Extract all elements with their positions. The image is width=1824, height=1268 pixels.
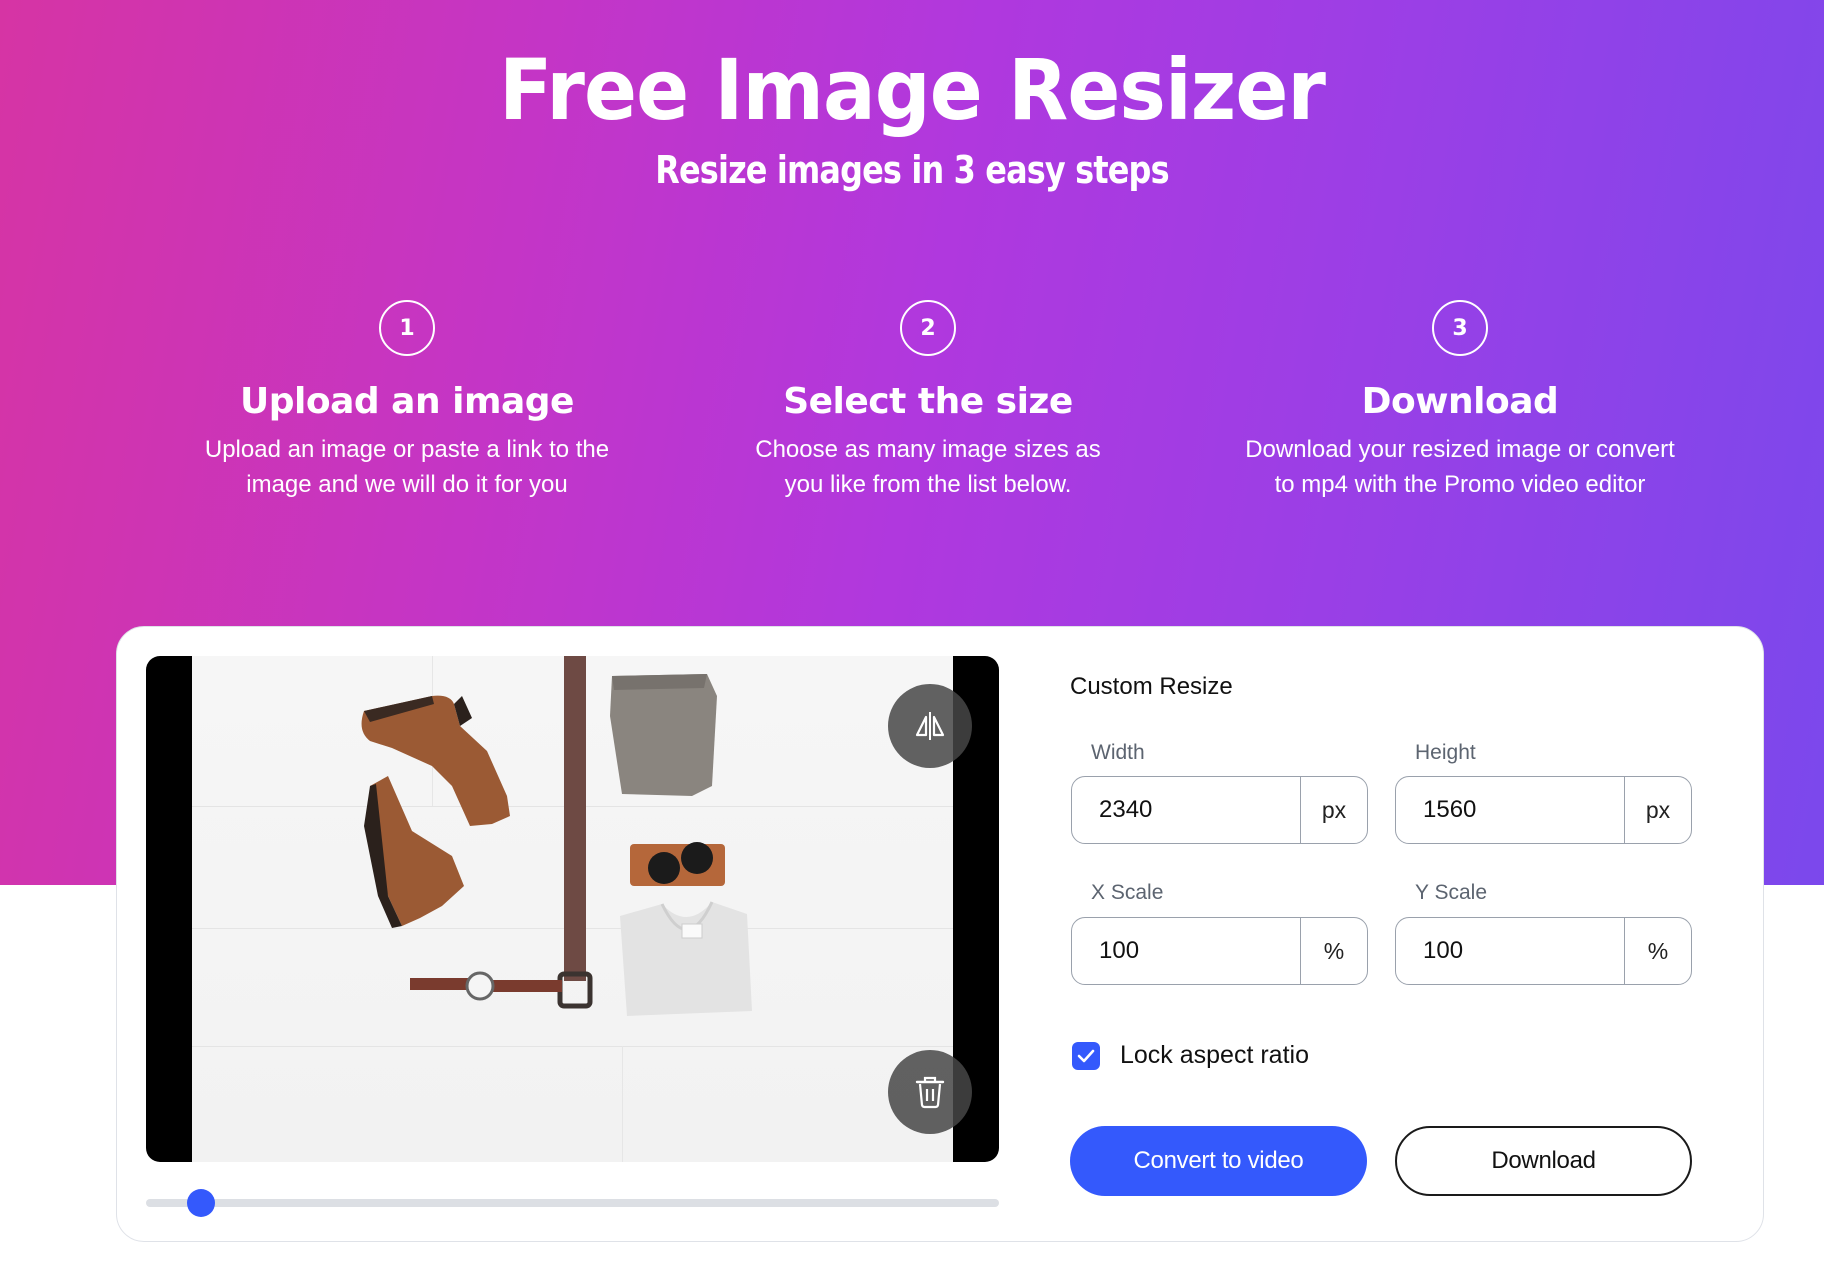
page-title: Free Image Resizer	[498, 41, 1326, 139]
step-description: Upload an image or paste a link to the i…	[147, 432, 667, 502]
checkmark-icon	[1077, 1049, 1095, 1062]
step-number-badge: 1	[379, 300, 435, 356]
step-description-line: Upload an image or paste a link to the	[204, 436, 610, 463]
height-label: Height	[1415, 741, 1476, 764]
flat-lay-photo-illustration	[361, 656, 752, 1016]
height-unit: px	[1624, 777, 1691, 843]
width-field: px	[1071, 776, 1368, 844]
download-button[interactable]: Download	[1395, 1126, 1692, 1196]
step-description: Download your resized image or convert t…	[1200, 432, 1720, 502]
step-description-line: image and we will do it for you	[246, 471, 568, 498]
y-scale-unit: %	[1624, 918, 1691, 984]
step-2: 2 Select the size Choose as many image s…	[668, 300, 1188, 502]
page-subtitle: Resize images in 3 easy steps	[655, 148, 1169, 192]
delete-image-button[interactable]	[888, 1050, 972, 1134]
step-title: Select the size	[783, 381, 1073, 422]
lock-aspect-ratio-checkbox[interactable]	[1072, 1041, 1100, 1070]
step-1: 1 Upload an image Upload an image or pas…	[147, 300, 667, 502]
flip-button[interactable]	[888, 684, 972, 768]
step-title: Download	[1361, 381, 1559, 422]
width-input[interactable]	[1072, 777, 1300, 843]
y-scale-field: %	[1395, 917, 1692, 985]
x-scale-field: %	[1071, 917, 1368, 985]
flip-horizontal-icon	[915, 712, 945, 740]
height-field: px	[1395, 776, 1692, 844]
lock-aspect-ratio-label: Lock aspect ratio	[1120, 1041, 1309, 1069]
step-number-badge: 3	[1432, 300, 1488, 356]
step-description-line: Download your resized image or convert	[1245, 436, 1675, 463]
x-scale-label: X Scale	[1091, 881, 1164, 904]
zoom-slider[interactable]	[146, 1189, 999, 1217]
convert-to-video-button[interactable]: Convert to video	[1070, 1126, 1367, 1196]
y-scale-input[interactable]	[1396, 918, 1624, 984]
width-label: Width	[1091, 741, 1145, 764]
step-number-badge: 2	[900, 300, 956, 356]
y-scale-label: Y Scale	[1415, 881, 1487, 904]
trash-icon	[915, 1076, 945, 1109]
height-input[interactable]	[1396, 777, 1624, 843]
step-3: 3 Download Download your resized image o…	[1200, 300, 1720, 502]
step-description: Choose as many image sizes as you like f…	[668, 432, 1188, 502]
step-description-line: Choose as many image sizes as	[755, 436, 1101, 463]
step-description-line: you like from the list below.	[784, 471, 1072, 498]
uploaded-image	[192, 656, 953, 1162]
step-description-line: to mp4 with the Promo video editor	[1274, 471, 1646, 498]
width-unit: px	[1300, 777, 1367, 843]
step-title: Upload an image	[240, 381, 574, 422]
x-scale-unit: %	[1300, 918, 1367, 984]
custom-resize-title: Custom Resize	[1070, 673, 1233, 700]
image-preview	[146, 656, 999, 1162]
lock-aspect-ratio-toggle[interactable]: Lock aspect ratio	[1072, 1041, 1309, 1070]
x-scale-input[interactable]	[1072, 918, 1300, 984]
